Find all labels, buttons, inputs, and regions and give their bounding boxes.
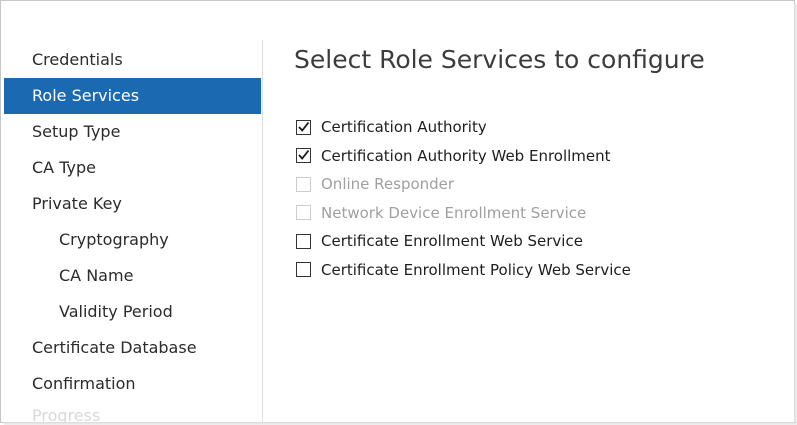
checkbox [296,205,311,221]
sidebar-item-cryptography[interactable]: Cryptography [4,222,261,258]
sidebar-item-ca-name[interactable]: CA Name [4,258,261,294]
sidebar-item-certificate-database[interactable]: Certificate Database [4,330,261,366]
sidebar-item-ca-type[interactable]: CA Type [4,150,261,186]
option-online-responder: Online Responder [294,170,631,199]
checkbox [296,176,311,192]
sidebar-item-role-services[interactable]: Role Services [4,78,261,114]
checkbox[interactable] [296,233,311,249]
checkbox[interactable] [296,262,311,278]
option-label: Certificate Enrollment Policy Web Servic… [321,260,631,279]
checkmark-icon [298,121,310,132]
option-network-device-enrollment: Network Device Enrollment Service [294,199,631,228]
checkmark-icon [298,150,310,161]
sidebar-item-credentials[interactable]: Credentials [4,42,261,78]
option-certification-authority[interactable]: Certification Authority [294,113,631,142]
page-title: Select Role Services to configure [294,45,705,74]
sidebar-item-private-key[interactable]: Private Key [4,186,261,222]
option-label: Certification Authority [321,118,487,137]
sidebar-item-progress: Progress [32,406,101,422]
option-enrollment-web-service[interactable]: Certificate Enrollment Web Service [294,227,631,256]
option-label: Certificate Enrollment Web Service [321,232,583,251]
checkbox[interactable] [296,148,311,164]
option-label: Network Device Enrollment Service [321,203,587,222]
sidebar-item-setup-type[interactable]: Setup Type [4,114,261,150]
sidebar-item-validity-period[interactable]: Validity Period [4,294,261,330]
main-content: Select Role Services to configure Certif… [294,40,705,279]
option-label: Certification Authority Web Enrollment [321,146,611,165]
option-ca-web-enrollment[interactable]: Certification Authority Web Enrollment [294,142,631,171]
option-label: Online Responder [321,175,455,194]
role-services-list: Certification Authority Certification Au… [294,113,631,284]
sidebar-divider [262,40,263,422]
sidebar-item-confirmation[interactable]: Confirmation [4,366,261,402]
option-enrollment-policy-web-service[interactable]: Certificate Enrollment Policy Web Servic… [294,256,631,285]
wizard-steps-sidebar: Credentials Role Services Setup Type CA … [4,42,261,422]
checkbox[interactable] [296,119,311,135]
